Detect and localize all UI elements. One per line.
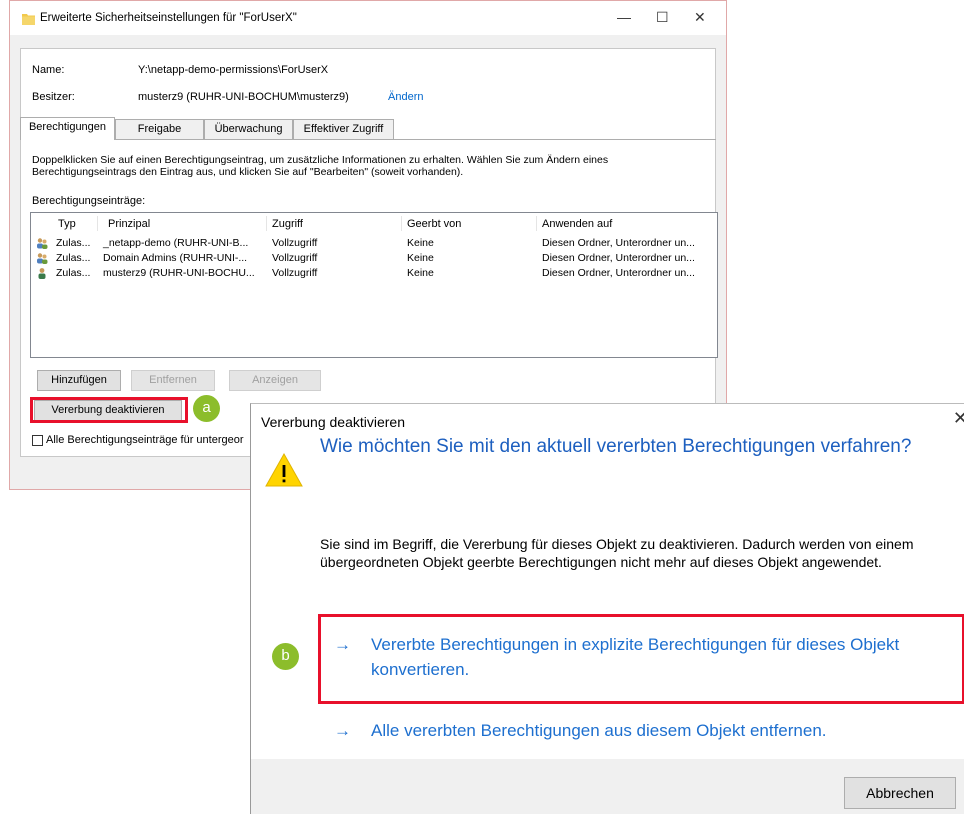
owner-label: Besitzer:: [32, 91, 75, 103]
option-remove-label: Alle vererbten Berechtigungen aus diesem…: [371, 721, 827, 740]
name-label: Name:: [32, 64, 65, 76]
column-header-geerbt-von[interactable]: Geerbt von: [407, 218, 461, 230]
column-separator: [536, 216, 537, 231]
description-text: Doppelklicken Sie auf einen Berechtigung…: [32, 154, 609, 178]
cell-prinzipal: Domain Admins (RUHR-UNI-...: [103, 252, 248, 264]
window-title: Erweiterte Sicherheitseinstellungen für …: [40, 12, 297, 24]
tab-berechtigungen[interactable]: Berechtigungen: [20, 117, 115, 140]
close-icon[interactable]: ✕: [694, 9, 706, 26]
column-header-zugriff[interactable]: Zugriff: [272, 218, 303, 230]
cell-typ: Zulas...: [56, 252, 91, 264]
cell-geerbt-von: Keine: [407, 237, 434, 249]
column-separator: [401, 216, 402, 231]
badge-b: b: [272, 643, 299, 670]
disable-inheritance-dialog: Vererbung deaktivieren ✕ Wie möchten Sie…: [250, 403, 964, 814]
maximize-icon[interactable]: ☐: [656, 9, 669, 26]
cell-anwenden-auf: Diesen Ordner, Unterordner un...: [542, 252, 695, 264]
cell-typ: Zulas...: [56, 267, 91, 279]
column-header-typ[interactable]: Typ: [58, 218, 76, 230]
column-header-prinzipal[interactable]: Prinzipal: [108, 218, 150, 230]
name-value: Y:\netapp-demo-permissions\ForUserX: [138, 64, 329, 76]
cell-anwenden-auf: Diesen Ordner, Unterordner un...: [542, 267, 695, 279]
table-row[interactable]: Zulas... _netapp-demo (RUHR-UNI-B... Vol…: [31, 236, 717, 251]
arrow-right-icon: →: [334, 721, 351, 740]
view-button[interactable]: Anzeigen: [229, 370, 321, 391]
tab-effektiver-zugriff[interactable]: Effektiver Zugriff: [293, 119, 394, 139]
entries-label: Berechtigungseinträge:: [32, 195, 146, 207]
dialog-heading: Wie möchten Sie mit den aktuell vererbte…: [320, 436, 912, 457]
cancel-button[interactable]: Abbrechen: [844, 777, 956, 809]
folder-icon: [22, 14, 35, 25]
owner-value: musterz9 (RUHR-UNI-BOCHUM\musterz9): [138, 91, 349, 103]
highlight-box-a: [30, 397, 188, 423]
cell-zugriff: Vollzugriff: [272, 237, 318, 249]
user-group-icon: [37, 253, 48, 264]
dialog-body-text: Sie sind im Begriff, die Vererbung für d…: [320, 536, 914, 570]
tab-freigabe[interactable]: Freigabe: [115, 119, 204, 139]
dialog-close-icon[interactable]: ✕: [953, 408, 964, 429]
column-separator: [97, 216, 98, 231]
cell-geerbt-von: Keine: [407, 252, 434, 264]
column-header-anwenden-auf[interactable]: Anwenden auf: [542, 218, 612, 230]
cell-prinzipal: musterz9 (RUHR-UNI-BOCHU...: [103, 267, 255, 279]
add-button[interactable]: Hinzufügen: [37, 370, 121, 391]
replace-child-permissions-label: Alle Berechtigungseinträge für untergeor: [46, 434, 244, 446]
change-owner-link[interactable]: Ändern: [388, 91, 423, 103]
remove-inherited-permissions-option[interactable]: → Alle vererbten Berechtigungen aus dies…: [334, 718, 954, 744]
cell-zugriff: Vollzugriff: [272, 267, 318, 279]
remove-button[interactable]: Entfernen: [131, 370, 215, 391]
tab-ueberwachung[interactable]: Überwachung: [204, 119, 293, 139]
user-icon: [38, 268, 46, 279]
cell-geerbt-von: Keine: [407, 267, 434, 279]
table-row[interactable]: Zulas... musterz9 (RUHR-UNI-BOCHU... Vol…: [31, 266, 717, 281]
window-titlebar[interactable]: Erweiterte Sicherheitseinstellungen für …: [10, 1, 726, 35]
cell-zugriff: Vollzugriff: [272, 252, 318, 264]
warning-icon: [265, 452, 303, 487]
table-row[interactable]: Zulas... Domain Admins (RUHR-UNI-... Vol…: [31, 251, 717, 266]
cell-anwenden-auf: Diesen Ordner, Unterordner un...: [542, 237, 695, 249]
dialog-footer: Abbrechen: [251, 759, 964, 814]
user-group-icon: [37, 238, 48, 249]
replace-child-permissions-checkbox[interactable]: [32, 435, 43, 446]
tab-divider: [20, 139, 716, 140]
cell-typ: Zulas...: [56, 237, 91, 249]
cell-prinzipal: _netapp-demo (RUHR-UNI-B...: [103, 237, 249, 249]
minimize-icon[interactable]: —: [617, 9, 631, 25]
badge-a: a: [193, 395, 220, 422]
column-separator: [266, 216, 267, 231]
dialog-title: Vererbung deaktivieren: [261, 414, 405, 430]
permission-entries-list[interactable]: Typ Prinzipal Zugriff Geerbt von Anwende…: [30, 212, 718, 358]
highlight-box-b: [318, 614, 964, 704]
